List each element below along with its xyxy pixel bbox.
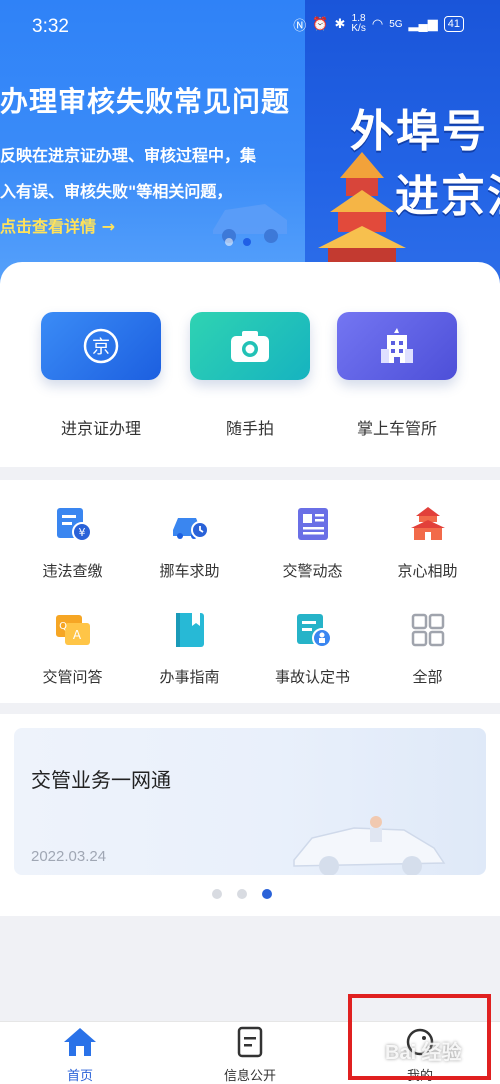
grid-label-qa: 交管问答 [42,668,103,686]
grid-label-fine: 违法查缴 [42,562,103,580]
service-label-vehicle-office: 掌上车管所 [356,419,437,438]
svg-text:Q: Q [59,621,67,632]
service-tile-photo[interactable] [190,312,310,380]
banner-line-2: 入有误、审核失败"等相关问题， [0,182,233,201]
qa-icon: A Q [55,615,90,645]
network-speed: 1.8 K/s [351,13,366,34]
grid-item-guide[interactable]: 办事指南 [127,610,252,687]
news-dot[interactable] [212,889,222,899]
nav-home[interactable]: 首页 [20,1026,140,1084]
grid-label-move-car: 挪车求助 [159,562,220,580]
grid-label-jingxin: 京心相助 [397,562,458,580]
status-time: 3:32 [32,16,69,37]
grid-item-qa[interactable]: A Q 交管问答 [10,610,135,687]
grid-label-accident: 事故认定书 [274,668,350,686]
grid-label-guide: 办事指南 [159,668,220,686]
wifi-icon: ◠ [371,16,384,31]
highlight-box [348,994,491,1080]
nav-info[interactable]: 信息公开 [190,1026,310,1084]
banner-page-dots [225,238,251,246]
news-dot[interactable] [237,889,247,899]
guide-book-icon [175,613,204,647]
jing-badge-icon: 京 [83,328,119,364]
car-illustration [213,204,287,243]
alarm-icon: ⏰ [312,16,329,31]
tiananmen-icon [410,507,445,540]
bluetooth-icon: ✱ [334,16,346,31]
news-dot-active[interactable] [262,889,272,899]
top-banner[interactable]: 外埠号 进京注 3:32 Ⓝ ⏰ ✱ 1.8K/s ◠ 5G ▂▄▆ 41 办理… [0,0,500,300]
news-title: 交管业务一网通 [31,768,171,792]
tower-illustration [318,152,406,265]
signal-label: 5G [389,18,403,30]
news-carousel: 交管业务一网通 2022.03.24 [0,714,500,916]
service-label-jingjingzheng: 进京证办理 [60,419,141,438]
nav-label-info: 信息公开 [223,1069,276,1084]
grid-label-police-news: 交警动态 [282,562,343,580]
service-grid: ¥ 违法查缴 挪车求助 交警动态 京心相助 A Q 交管问答 办事指南 事故认定… [0,480,500,703]
car-clock-icon [172,518,209,539]
banner-dot-active [243,238,251,246]
signal-icon: ▂▄▆ [408,16,438,31]
news-card[interactable]: 交管业务一网通 2022.03.24 [14,728,486,875]
grid-item-police-news[interactable]: 交警动态 [250,504,375,581]
grid-item-move-car[interactable]: 挪车求助 [127,504,252,581]
news-icon [297,508,328,540]
nfc-icon: Ⓝ [293,17,307,33]
home-icon [64,1028,96,1056]
grid-item-fine[interactable]: ¥ 违法查缴 [10,504,135,581]
main-services-card: 京 进京证办理 随手拍 掌上车管所 [0,262,500,467]
status-icons: Ⓝ ⏰ ✱ 1.8 K/s ◠ 5G ▂▄▆ 41 [293,14,464,34]
service-label-photo: 随手拍 [225,419,274,438]
svg-text:京: 京 [92,337,110,358]
police-car-illustration [293,816,446,875]
document-icon [237,1026,263,1058]
banner-promo-panel: 外埠号 进京注 [305,0,500,300]
service-tile-jingjingzheng[interactable]: 京 [41,312,161,380]
banner-line-1: 反映在进京证办理、审核过程中，集 [0,146,257,165]
grid-item-jingxin[interactable]: 京心相助 [365,504,490,581]
camera-icon [231,331,269,362]
service-tile-vehicle-office[interactable] [337,312,457,380]
accident-doc-icon [296,614,332,648]
grid-item-accident[interactable]: 事故认定书 [250,610,375,687]
news-date: 2022.03.24 [31,848,107,865]
svg-text:A: A [72,628,81,642]
banner-detail-link[interactable]: 点击查看详情 → [0,213,115,237]
banner-title: 办理审核失败常见问题 [0,85,291,118]
battery-icon: 41 [443,16,464,32]
all-grid-icon [411,613,444,647]
fine-payment-icon: ¥ [56,508,92,542]
building-icon [381,328,413,363]
grid-item-all[interactable]: 全部 [365,610,490,687]
svg-text:¥: ¥ [78,526,85,539]
nav-label-home: 首页 [66,1069,93,1084]
news-page-dots [212,889,272,899]
grid-label-all: 全部 [412,668,443,686]
banner-dot [225,238,233,246]
